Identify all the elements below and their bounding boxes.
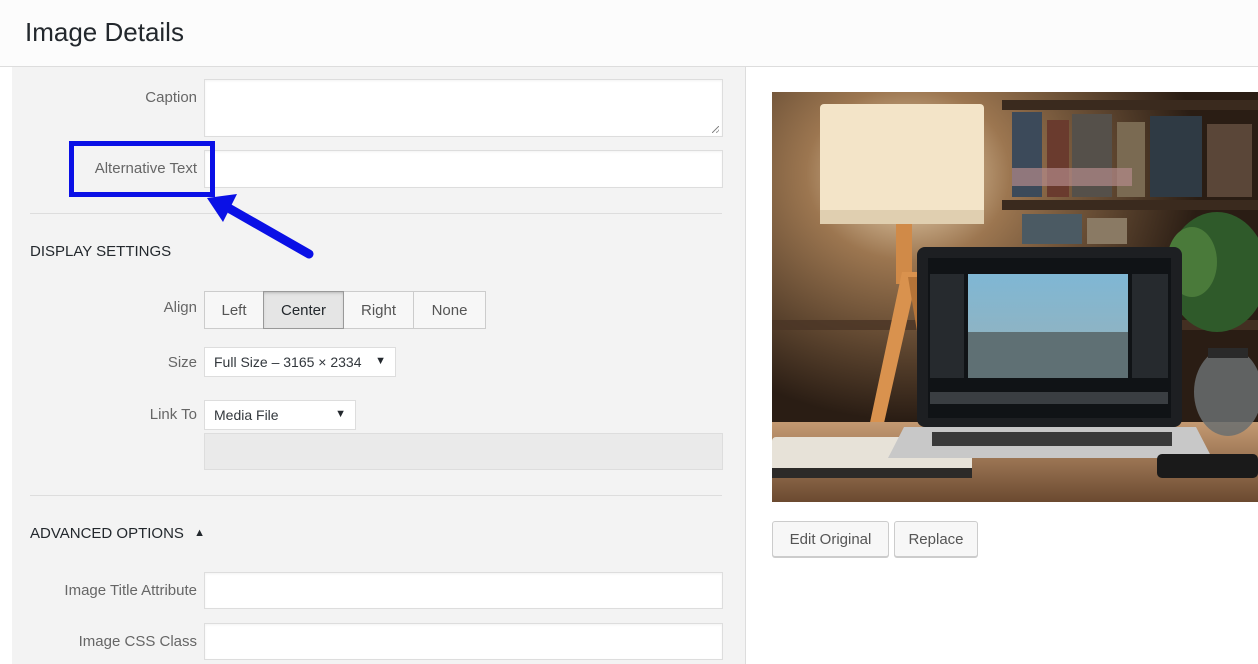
image-preview xyxy=(772,92,1258,502)
dropdown-arrow-icon: ▼ xyxy=(335,408,346,420)
desk-laptop-photo-icon xyxy=(772,92,1258,502)
annotation-arrow-icon xyxy=(207,194,314,259)
size-label: Size xyxy=(167,354,197,371)
align-left-button[interactable]: Left xyxy=(204,291,264,329)
display-settings-heading: DISPLAY SETTINGS xyxy=(30,243,172,260)
annotation-highlight-box xyxy=(69,141,215,197)
resize-grip-icon[interactable] xyxy=(712,126,719,133)
image-preview-panel: Edit Original Replace xyxy=(746,67,1258,664)
align-none-button[interactable]: None xyxy=(413,291,486,329)
image-title-attribute-input[interactable] xyxy=(204,572,723,609)
replace-button[interactable]: Replace xyxy=(894,521,978,557)
advanced-options-heading: ADVANCED OPTIONS xyxy=(30,525,184,542)
caption-label: Caption xyxy=(145,89,197,106)
link-to-select-value: Media File xyxy=(214,407,279,423)
link-to-label: Link To xyxy=(149,406,197,423)
edit-original-button[interactable]: Edit Original xyxy=(772,521,889,557)
triangle-up-icon: ▲ xyxy=(194,527,205,539)
advanced-options-toggle[interactable]: ADVANCED OPTIONS ▲ xyxy=(30,525,205,542)
image-css-class-label: Image CSS Class xyxy=(78,633,197,650)
divider xyxy=(30,495,722,496)
link-to-select[interactable]: Media File ▼ xyxy=(204,400,356,430)
image-css-class-input[interactable] xyxy=(204,623,723,660)
page-title: Image Details xyxy=(25,17,184,47)
modal-header: Image Details xyxy=(0,0,1258,67)
size-select-value: Full Size – 3165 × 2334 xyxy=(214,354,362,370)
image-title-attribute-label: Image Title Attribute xyxy=(64,582,197,599)
align-label: Align xyxy=(163,299,197,316)
alt-text-input[interactable] xyxy=(204,150,723,188)
attachment-settings-panel: Caption Alternative Text DISPLAY SETTING… xyxy=(12,67,746,664)
divider xyxy=(30,213,722,214)
dropdown-arrow-icon: ▼ xyxy=(375,355,386,367)
align-button-group: Left Center Right None xyxy=(204,291,486,329)
align-right-button[interactable]: Right xyxy=(343,291,414,329)
size-select[interactable]: Full Size – 3165 × 2334 ▼ xyxy=(204,347,396,377)
caption-textarea[interactable] xyxy=(204,79,723,137)
align-center-button[interactable]: Center xyxy=(263,291,344,329)
link-url-input xyxy=(204,433,723,470)
